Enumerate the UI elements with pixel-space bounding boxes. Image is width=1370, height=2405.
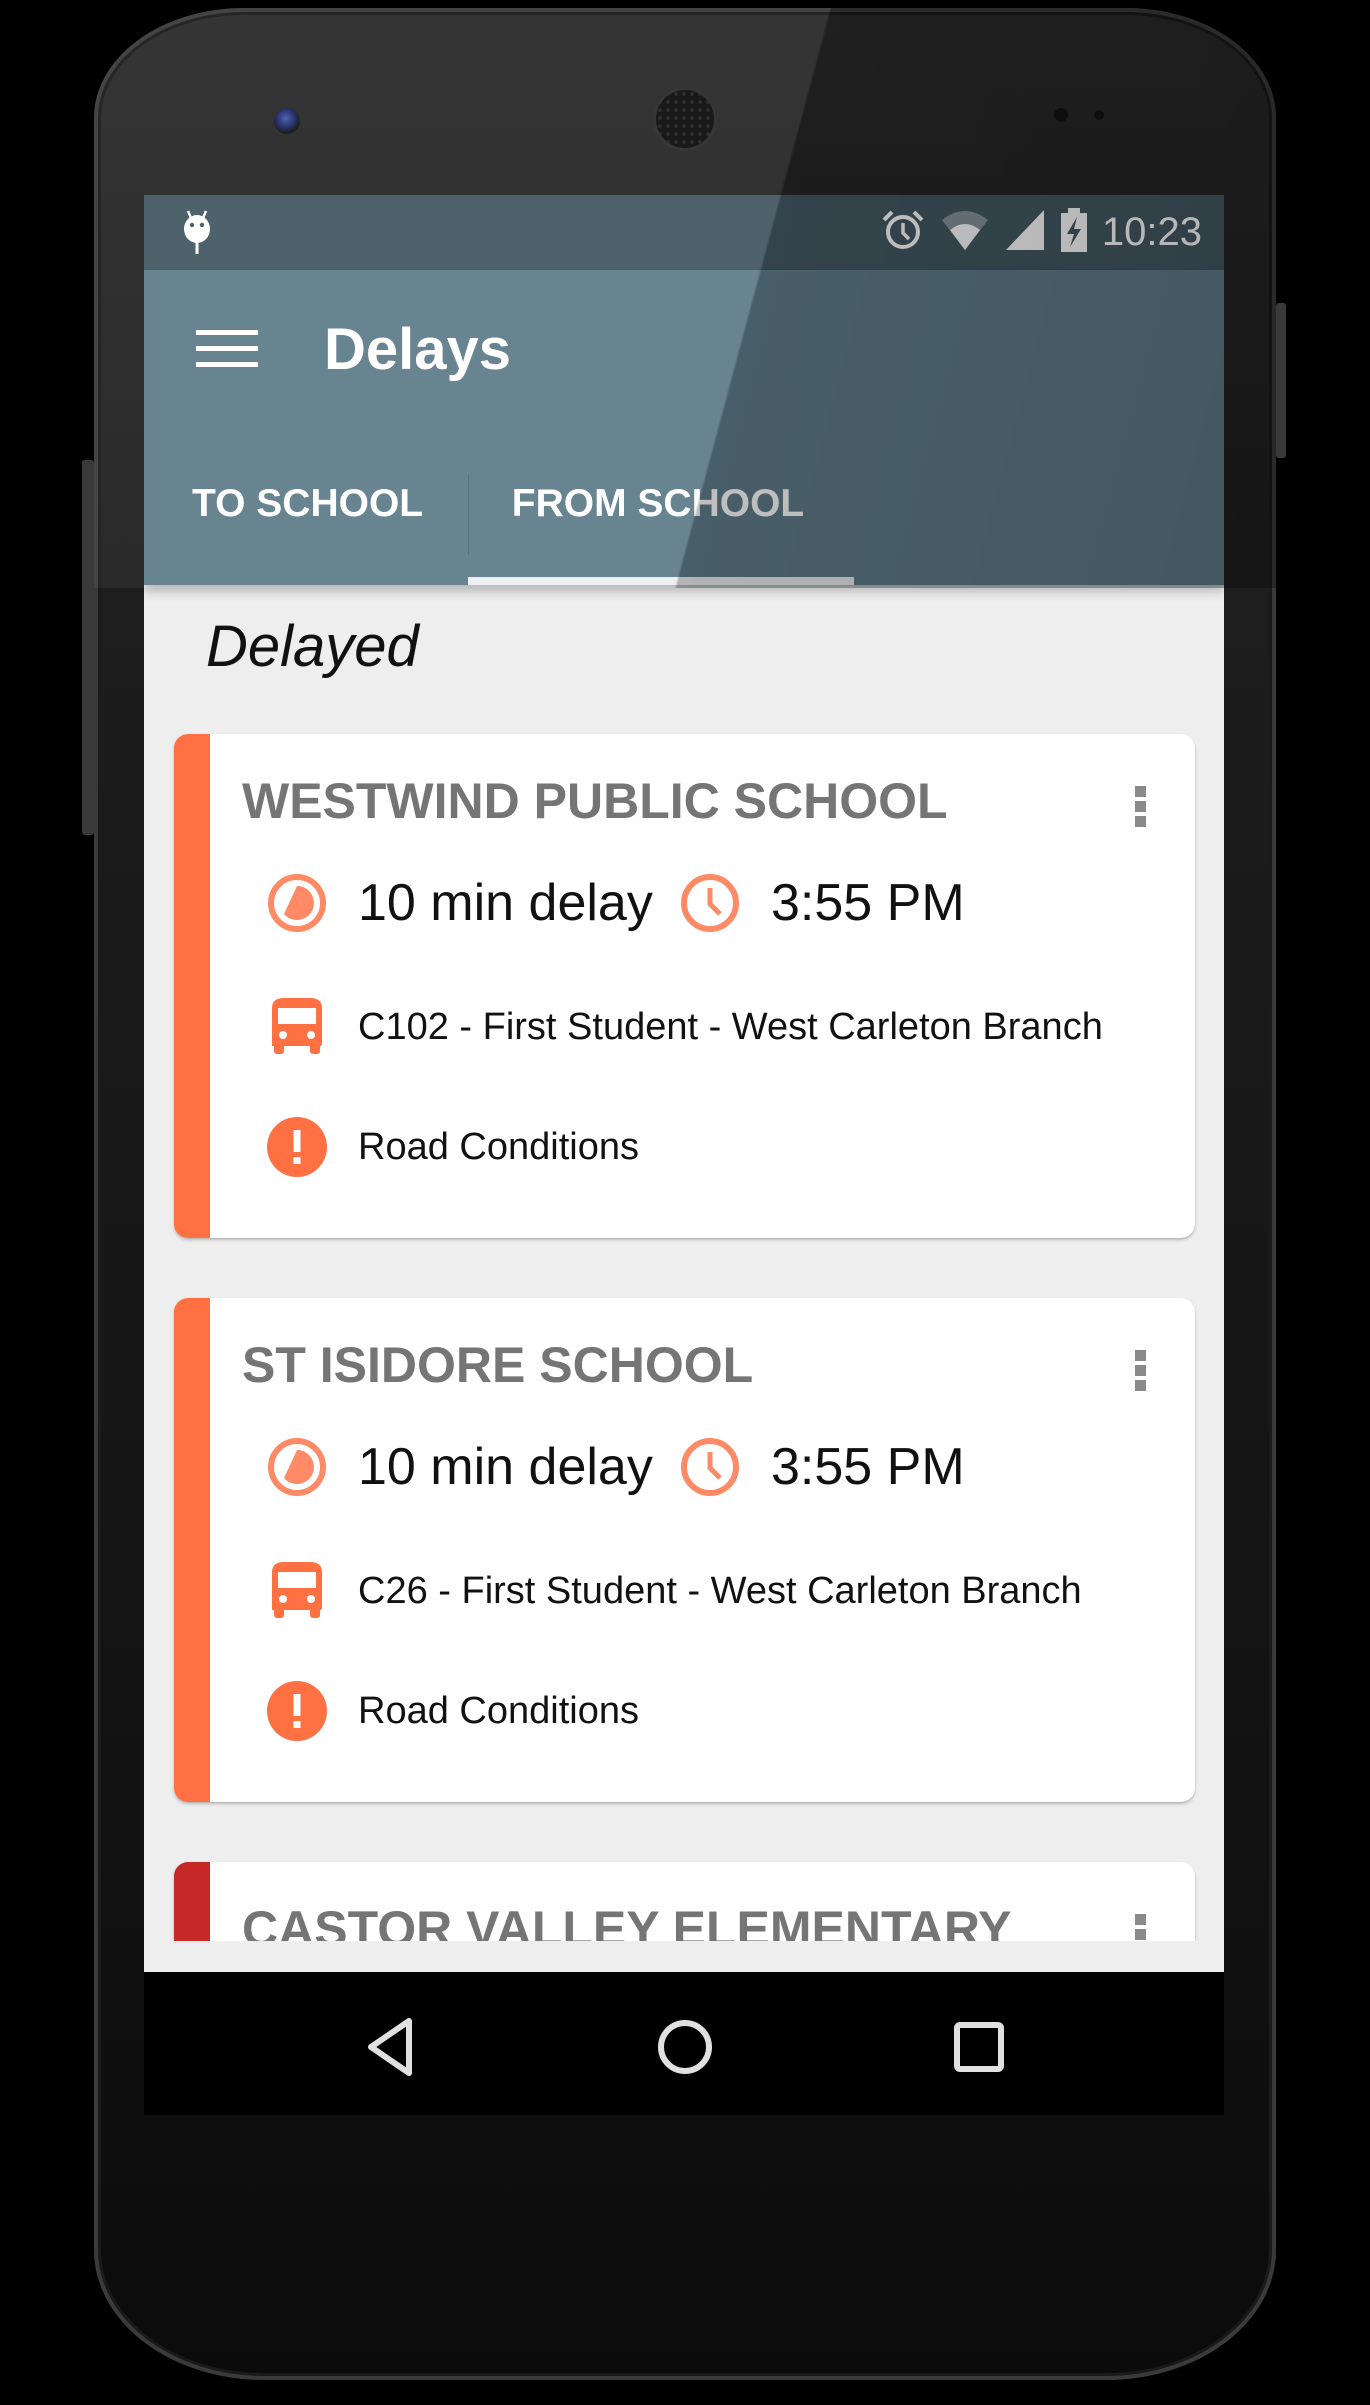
earpiece-speaker: [656, 90, 714, 148]
delay-card[interactable]: CASTOR VALLEY ELEMENTARY: [174, 1862, 1195, 1941]
more-options-icon[interactable]: [1135, 1914, 1149, 1941]
light-sensor: [1094, 110, 1104, 120]
recents-icon[interactable]: [944, 2012, 1014, 2082]
power-button: [1276, 303, 1286, 458]
back-icon[interactable]: [354, 2012, 424, 2082]
navigation-bar: [144, 1972, 1224, 2115]
screen: 10:23 Delays TO SCHOOL FROM SCHOOL Delay…: [144, 195, 1224, 2115]
proximity-sensor: [1054, 108, 1068, 122]
list-clip: CASTOR VALLEY ELEMENTARY: [144, 195, 1224, 1941]
school-name: CASTOR VALLEY ELEMENTARY: [242, 1901, 1012, 1941]
front-camera: [274, 108, 300, 134]
status-accent-bar: [174, 1862, 210, 1941]
home-icon[interactable]: [650, 2012, 720, 2082]
volume-button: [82, 460, 94, 835]
